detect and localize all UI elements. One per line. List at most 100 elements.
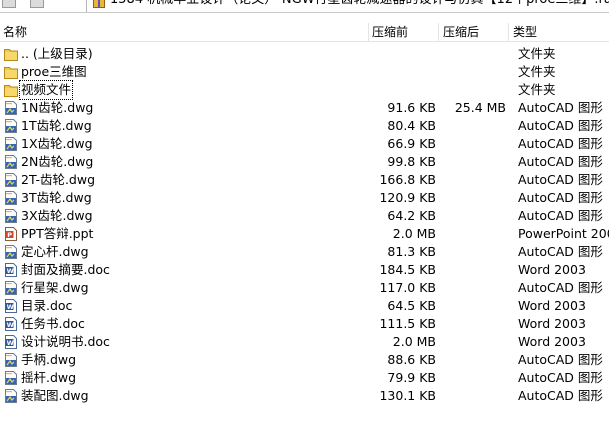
autocad-icon [3,370,19,386]
file-row[interactable]: 3X齿轮.dwg 64.2 KB AutoCAD 图形 [0,207,609,225]
toolbar-divider [86,0,87,12]
archive-icon [93,0,105,8]
file-name: 1X齿轮.dwg [21,136,93,151]
word-icon: W [3,262,19,278]
file-type: Word 2003 [518,316,586,331]
packed-size: 2.0 MB [392,226,436,241]
folder-icon [3,46,19,62]
file-row[interactable]: 装配图.dwg 130.1 KB AutoCAD 图形 [0,387,609,405]
packed-size: 117.0 KB [379,280,436,295]
file-type: Word 2003 [518,298,586,313]
file-list: .. (上级目录) 文件夹 proe三维图 文件夹 视频文件 文件夹 1N齿轮.dwg 91.… [0,45,609,405]
file-type: AutoCAD 图形 [518,208,603,223]
file-row[interactable]: 2T-齿轮.dwg 166.8 KB AutoCAD 图形 [0,171,609,189]
autocad-icon [3,154,19,170]
file-name: 视频文件 [18,80,74,100]
file-name: 1T齿轮.dwg [21,118,92,133]
file-name: 手柄.dwg [21,352,77,367]
autocad-icon [3,388,19,404]
file-name: proe三维图 [21,64,87,79]
packed-size: 64.5 KB [387,298,436,313]
file-row[interactable]: 1X齿轮.dwg 66.9 KB AutoCAD 图形 [0,135,609,153]
file-row[interactable]: 行星架.dwg 117.0 KB AutoCAD 图形 [0,279,609,297]
autocad-icon [3,118,19,134]
file-type: 文件夹 [518,46,556,61]
file-row[interactable]: W 设计说明书.doc 2.0 MB Word 2003 [0,333,609,351]
file-row[interactable]: 定心杆.dwg 81.3 KB AutoCAD 图形 [0,243,609,261]
back-button[interactable] [2,0,16,8]
file-type: 文件夹 [518,82,556,97]
folder-icon [3,64,19,80]
packed-size: 66.9 KB [387,136,436,151]
file-name: 2N齿轮.dwg [21,154,94,169]
file-row[interactable]: 3T齿轮.dwg 120.9 KB AutoCAD 图形 [0,189,609,207]
packed-size: 184.5 KB [379,262,436,277]
compressed-size: 25.4 MB [454,100,506,115]
svg-text:W: W [7,267,14,275]
packed-size: 130.1 KB [379,388,436,403]
file-row[interactable]: 1N齿轮.dwg 91.6 KB 25.4 MB AutoCAD 图形 [0,99,609,117]
file-row[interactable]: 手柄.dwg 88.6 KB AutoCAD 图形 [0,351,609,369]
file-type: AutoCAD 图形 [518,190,603,205]
file-name: 装配图.dwg [21,388,89,403]
file-row[interactable]: 1T齿轮.dwg 80.4 KB AutoCAD 图形 [0,117,609,135]
autocad-icon [3,172,19,188]
column-packed[interactable]: 压缩前 [372,24,408,40]
archive-window: 1584 机械毕业设计（论文）-NGW行星齿轮减速器的设计与仿真【12个proe… [0,0,609,441]
file-type: PowerPoint 200 [518,226,609,241]
svg-text:W: W [7,321,14,329]
packed-size: 120.9 KB [379,190,436,205]
file-name: 3T齿轮.dwg [21,190,92,205]
forward-button[interactable] [30,0,44,8]
powerpoint-icon: P [3,226,19,242]
file-name: 定心杆.dwg [21,244,89,259]
packed-size: 80.4 KB [387,118,436,133]
file-row[interactable]: W 目录.doc 64.5 KB Word 2003 [0,297,609,315]
file-row[interactable]: W 任务书.doc 111.5 KB Word 2003 [0,315,609,333]
file-row[interactable]: proe三维图 文件夹 [0,63,609,81]
file-name: 设计说明书.doc [21,334,110,349]
autocad-icon [3,208,19,224]
file-type: 文件夹 [518,64,556,79]
packed-size: 111.5 KB [379,316,436,331]
file-type: Word 2003 [518,334,586,349]
file-type: AutoCAD 图形 [518,154,603,169]
file-type: AutoCAD 图形 [518,136,603,151]
file-name: 任务书.doc [21,316,85,331]
archive-path[interactable]: 1584 机械毕业设计（论文）-NGW行星齿轮减速器的设计与仿真【12个proe… [110,0,609,8]
file-row[interactable]: P PPT答辩.ppt 2.0 MB PowerPoint 200 [0,225,609,243]
column-divider[interactable] [438,23,439,41]
file-type: AutoCAD 图形 [518,280,603,295]
column-type[interactable]: 类型 [513,24,537,40]
column-divider[interactable] [508,23,509,41]
file-row[interactable]: W 封面及摘要.doc 184.5 KB Word 2003 [0,261,609,279]
file-name: 封面及摘要.doc [21,262,110,277]
svg-text:W: W [7,339,14,347]
folder-icon [3,82,19,98]
column-compressed[interactable]: 压缩后 [443,24,479,40]
file-name: PPT答辩.ppt [21,226,94,241]
packed-size: 79.9 KB [387,370,436,385]
column-divider[interactable] [368,23,369,41]
packed-size: 99.8 KB [387,154,436,169]
svg-text:P: P [7,231,12,239]
word-icon: W [3,298,19,314]
file-row[interactable]: .. (上级目录) 文件夹 [0,45,609,63]
packed-size: 166.8 KB [379,172,436,187]
file-name: 3X齿轮.dwg [21,208,93,223]
file-name: .. (上级目录) [21,46,93,61]
file-name: 目录.doc [21,298,73,313]
file-type: AutoCAD 图形 [518,370,603,385]
packed-size: 88.6 KB [387,352,436,367]
autocad-icon [3,244,19,260]
file-row[interactable]: 视频文件 文件夹 [0,80,609,100]
packed-size: 91.6 KB [387,100,436,115]
column-header: 名称 压缩前 压缩后 类型 [0,23,609,42]
address-bar: 1584 机械毕业设计（论文）-NGW行星齿轮减速器的设计与仿真【12个proe… [0,0,609,13]
column-name[interactable]: 名称 [3,24,27,40]
file-row[interactable]: 摇杆.dwg 79.9 KB AutoCAD 图形 [0,369,609,387]
file-name: 行星架.dwg [21,280,89,295]
file-row[interactable]: 2N齿轮.dwg 99.8 KB AutoCAD 图形 [0,153,609,171]
word-icon: W [3,316,19,332]
word-icon: W [3,334,19,350]
